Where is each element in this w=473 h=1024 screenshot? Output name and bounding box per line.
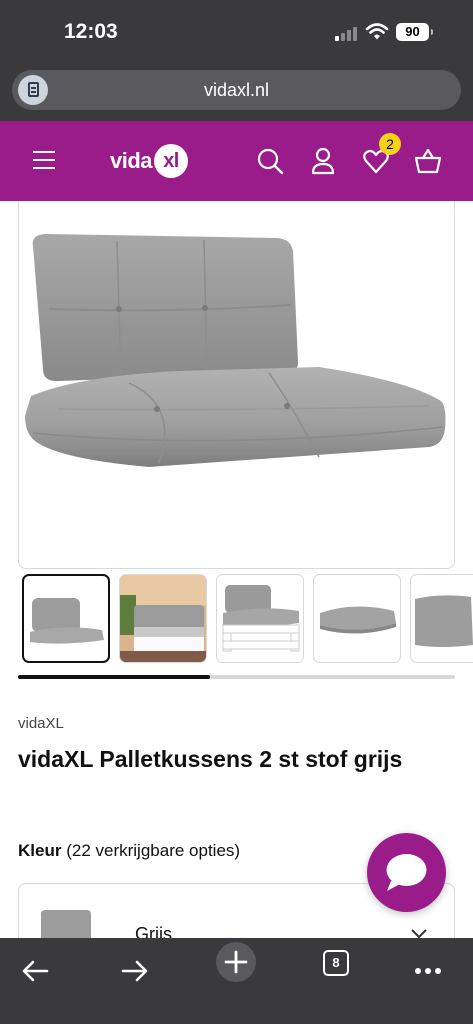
account-icon[interactable] <box>308 146 338 176</box>
color-label: Kleur <box>18 841 62 860</box>
thumbnail-1[interactable] <box>22 574 110 663</box>
more-dots-icon <box>415 968 441 974</box>
back-button[interactable] <box>10 946 60 996</box>
wifi-icon <box>365 23 389 40</box>
browser-toolbar: 8 <box>0 938 473 1024</box>
status-time: 12:03 <box>64 20 118 43</box>
url-text: vidaxl.nl <box>203 80 270 100</box>
gallery-scroll-track <box>18 675 455 679</box>
thumbnail-3[interactable] <box>216 574 304 663</box>
logo-text: vida <box>110 148 153 173</box>
menu-icon[interactable] <box>33 151 55 169</box>
product-title: vidaXL Palletkussens 2 st stof grijs <box>18 746 403 772</box>
tabs-button[interactable]: 8 <box>323 950 349 976</box>
status-bar: 12:03 90 <box>0 0 473 64</box>
signal-icon <box>335 25 359 41</box>
address-bar[interactable]: vidaxl.nl <box>12 70 461 110</box>
product-main-image[interactable] <box>18 201 455 569</box>
plus-icon <box>224 950 248 974</box>
battery-indicator: 90 <box>396 23 433 41</box>
product-brand[interactable]: vidaXL <box>18 715 64 732</box>
logo-badge: xl <box>154 144 189 178</box>
chevron-down-icon[interactable] <box>411 928 427 938</box>
site-header: vida xl <box>0 121 473 201</box>
cushion-illustration <box>25 234 446 467</box>
color-options-count: (22 verkrijgbare opties) <box>66 841 241 860</box>
wishlist-count-badge: 2 <box>379 133 401 155</box>
chat-button[interactable] <box>367 833 446 912</box>
thumbnail-5[interactable] <box>410 574 473 663</box>
color-options-label: Kleur (22 verkrijgbare opties) <box>18 841 240 861</box>
new-tab-button[interactable] <box>216 942 256 982</box>
product-page: vidaXL vidaXL Palletkussens 2 st stof gr… <box>0 201 473 938</box>
thumbnail-strip[interactable] <box>22 574 473 664</box>
forward-button[interactable] <box>110 946 160 996</box>
thumbnail-2[interactable] <box>119 574 207 663</box>
chat-bubble-icon <box>386 854 427 891</box>
selected-color: Grijs <box>135 924 172 938</box>
thumbnail-4[interactable] <box>313 574 401 663</box>
search-icon[interactable] <box>255 146 285 176</box>
arrow-left-icon <box>22 960 49 982</box>
color-option-thumbnail <box>41 910 91 938</box>
arrow-right-icon <box>121 960 148 982</box>
more-menu-button[interactable] <box>403 946 453 996</box>
basket-icon[interactable] <box>413 146 443 176</box>
vidaxl-logo[interactable]: vida xl <box>110 143 189 179</box>
gallery-scroll-indicator <box>18 675 211 679</box>
